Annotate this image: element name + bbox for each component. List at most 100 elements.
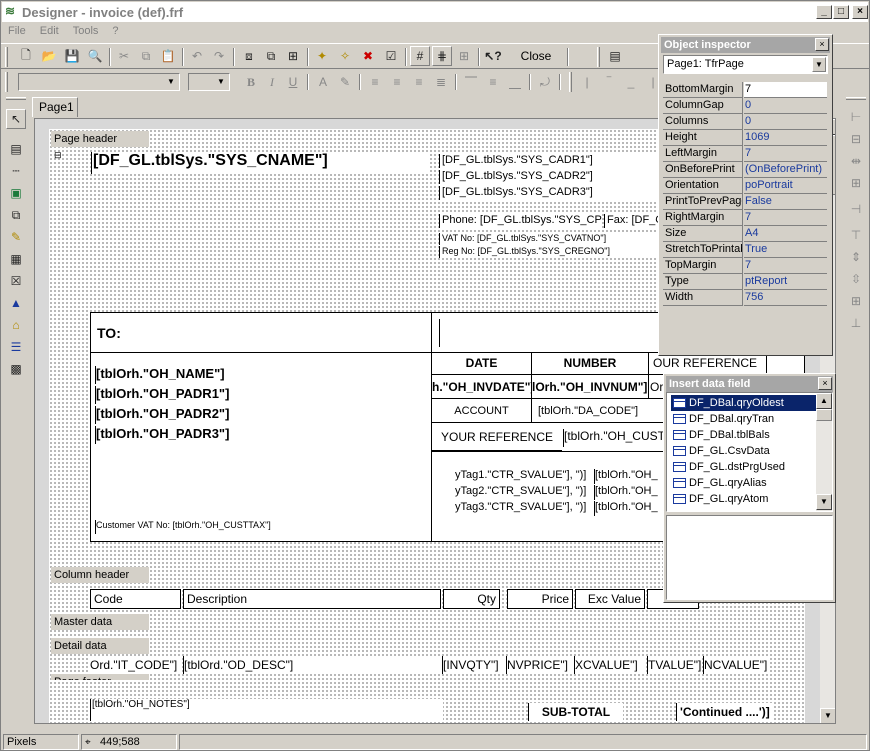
property-value[interactable]: ptReport	[744, 274, 827, 290]
invoice-number-field[interactable]: lOrh."OH_INVNUM"]	[532, 375, 649, 399]
new-file-icon[interactable]: 🗋	[16, 46, 36, 66]
oh-padr2-field[interactable]: [tblOrh."OH_PADR2"]	[95, 406, 383, 424]
scroll-up-icon[interactable]: ▲	[816, 393, 832, 409]
frame-bottom-icon[interactable]: _	[621, 72, 641, 92]
align-justify-icon[interactable]: ≣	[431, 72, 451, 92]
detail-exc-field[interactable]: XCVALUE"]	[574, 656, 645, 674]
tag2-field[interactable]: yTag2."CTR_SVALUE"], ")]	[455, 485, 591, 500]
band-label-column-header[interactable]: Column header	[51, 567, 149, 583]
your-reference-field[interactable]: [tblOrh."OH_CUST	[563, 429, 666, 447]
customer-vat-field[interactable]: Customer VAT No: [tblOrh."OH_CUSTTAX"]	[95, 520, 423, 534]
property-row[interactable]: BottomMargin 7	[663, 82, 827, 98]
company-reg-field[interactable]: Reg No: [DF_GL.tblSys."SYS_CREGNO"]	[439, 246, 661, 258]
undo-icon[interactable]: ↶	[187, 46, 207, 66]
insert-data-field-close-icon[interactable]: ×	[818, 377, 832, 390]
cut-icon[interactable]: ✂	[114, 46, 134, 66]
property-value[interactable]: 1069	[744, 130, 827, 146]
open-folder-icon[interactable]: 📂	[39, 46, 59, 66]
company-name-field[interactable]: [DF_GL.tblSys."SYS_CNAME"]	[91, 152, 428, 174]
align-right-icon[interactable]: ≡	[409, 72, 429, 92]
company-addr3-field[interactable]: [DF_GL.tblSys."SYS_CADR3"]	[439, 186, 661, 200]
space-horizontal-icon[interactable]: ⇹	[846, 151, 866, 171]
property-value[interactable]: 7	[744, 210, 827, 226]
valign-bottom-icon[interactable]: ⎽	[505, 72, 525, 92]
dataset-list-scrollbar[interactable]: ▲ ▼	[816, 393, 832, 511]
add-form-icon[interactable]: ✧	[335, 46, 355, 66]
memo-tool-icon[interactable]: ▤	[6, 139, 26, 159]
property-row[interactable]: TopMargin 7	[663, 258, 827, 274]
valign-top-icon[interactable]: ⎺	[461, 72, 481, 92]
oh-padr1-field[interactable]: [tblOrh."OH_PADR1"]	[95, 386, 383, 404]
align-vcenter-icon[interactable]: ⇕	[846, 247, 866, 267]
align-lefts-icon[interactable]: ⊢	[846, 107, 866, 127]
align-hcenter-icon[interactable]: ⊟	[846, 129, 866, 149]
dataset-list-item[interactable]: DF_GL.CsvData	[671, 443, 821, 459]
maximize-button[interactable]: □	[833, 5, 849, 19]
property-value[interactable]: 7	[744, 82, 827, 98]
delete-page-icon[interactable]: ✖	[358, 46, 378, 66]
invoice-date-field[interactable]: h."OH_INVDATE"]	[432, 375, 535, 399]
close-designer-button[interactable]: Close	[511, 46, 561, 67]
property-value[interactable]: True	[744, 242, 827, 258]
valign-center-icon[interactable]: ≡	[483, 72, 503, 92]
property-row[interactable]: Size A4	[663, 226, 827, 242]
menu-edit[interactable]: Edit	[33, 23, 66, 41]
help-pointer-icon[interactable]: ↖?	[483, 46, 503, 66]
rotate-text-icon[interactable]: ⤾	[535, 72, 555, 92]
dataset-list-item[interactable]: DF_GL.qryAtom	[671, 491, 821, 507]
add-page-icon[interactable]: ✦	[312, 46, 332, 66]
vcenter-window-icon[interactable]: ⊞	[846, 291, 866, 311]
property-value[interactable]: 0	[744, 114, 827, 130]
property-row[interactable]: OnBeforePrint (OnBeforePrint)	[663, 162, 827, 178]
band-label-page-header[interactable]: Page header	[51, 131, 149, 147]
object-inspector-title[interactable]: Object inspector	[661, 37, 830, 53]
pointer-tool-icon[interactable]: ↖	[6, 109, 26, 129]
subreport-tool-icon[interactable]: ⧉	[6, 205, 26, 225]
checkbox-tool-icon[interactable]: ☒	[6, 271, 26, 291]
notes-field[interactable]: [tblOrh."OH_NOTES"]	[90, 699, 443, 721]
property-row[interactable]: Columns 0	[663, 114, 827, 130]
align-bottoms-icon[interactable]: ⊥	[846, 313, 866, 333]
dataset-list-item[interactable]: DF_GL.qryAlias	[671, 475, 821, 491]
dataset-list[interactable]: DF_DBal.qryOldest DF_DBal.qryTran DF_DBal.…	[666, 392, 833, 512]
send-back-icon[interactable]: ⧉	[261, 46, 281, 66]
barcode-tool-icon[interactable]: ⌂	[6, 315, 26, 335]
object-inspector-toggle-icon[interactable]: ▤	[605, 46, 625, 66]
oh-name-field[interactable]: [tblOrh."OH_NAME"]	[95, 366, 383, 384]
align-center-icon[interactable]: ≡	[387, 72, 407, 92]
scroll-down-icon[interactable]: ▼	[820, 708, 835, 723]
fit-grid-icon[interactable]: ⊞	[454, 46, 474, 66]
bring-front-icon[interactable]: ⧈	[239, 46, 259, 66]
detail-desc-field[interactable]: [tblOrd."OD_DESC"]	[183, 656, 440, 674]
property-row[interactable]: Type ptReport	[663, 274, 827, 290]
redo-icon[interactable]: ↷	[209, 46, 229, 66]
detail-code-field[interactable]: Ord."IT_CODE"]	[90, 656, 181, 674]
scroll-thumb[interactable]	[816, 409, 832, 421]
align-rights-icon[interactable]: ⊣	[846, 199, 866, 219]
company-phone-field[interactable]: Phone: [DF_GL.tblSys."SYS_CP	[439, 214, 602, 228]
italic-icon[interactable]: I	[262, 72, 282, 92]
dataset-list-item[interactable]: DF_DBal.qryOldest	[671, 395, 821, 411]
insert-data-field-title[interactable]: Insert data field	[666, 376, 833, 392]
property-row[interactable]: Orientation poPortrait	[663, 178, 827, 194]
minimize-button[interactable]: _	[816, 5, 832, 19]
company-addr2-field[interactable]: [DF_GL.tblSys."SYS_CADR2"]	[439, 170, 661, 184]
account-field[interactable]: [tblOrh."DA_CODE"]	[532, 399, 666, 423]
chevron-down-icon[interactable]: ▼	[812, 57, 826, 72]
snap-grid-icon[interactable]: ⋕	[432, 46, 452, 66]
font-color-icon[interactable]: A	[313, 72, 333, 92]
space-vertical-icon[interactable]: ⇳	[846, 269, 866, 289]
preview-icon[interactable]: 🔍	[85, 46, 105, 66]
property-value[interactable]: 756	[744, 290, 827, 306]
underline-icon[interactable]: U	[283, 72, 303, 92]
property-value[interactable]: (OnBeforePrint)	[744, 162, 827, 178]
property-row[interactable]: Height 1069	[663, 130, 827, 146]
dataset-list-item[interactable]: DF_DBal.tblBals	[671, 427, 821, 443]
band-tool-icon[interactable]: ┄	[6, 161, 26, 181]
band-label-page-footer[interactable]: Page footer	[51, 674, 149, 680]
shape-tool-icon[interactable]: ▲	[6, 293, 26, 313]
center-window-icon[interactable]: ⊞	[846, 173, 866, 193]
bold-icon[interactable]: B	[241, 72, 261, 92]
property-row[interactable]: Width 756	[663, 290, 827, 306]
col-description-header[interactable]: Description	[183, 589, 441, 609]
